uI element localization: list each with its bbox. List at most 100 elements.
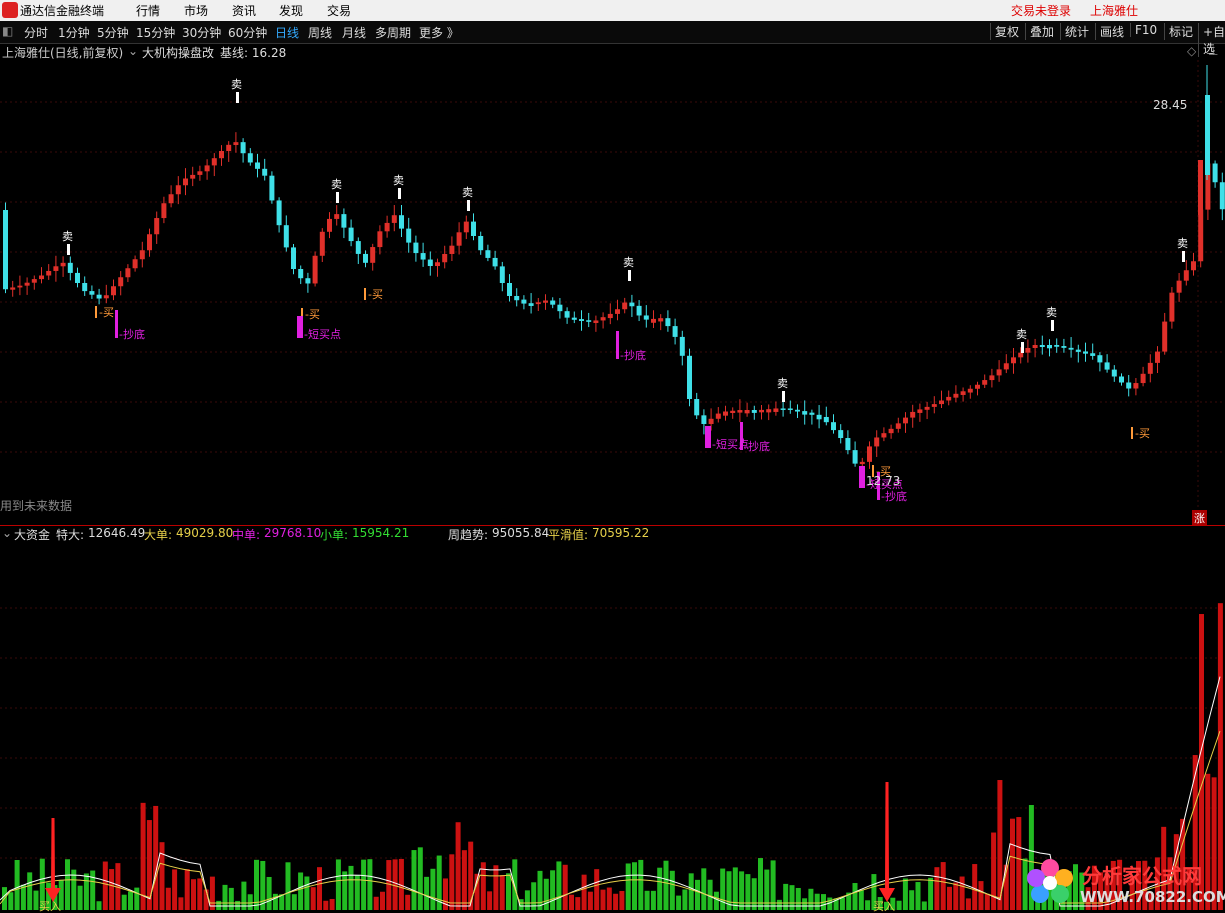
candle-body [247, 153, 253, 163]
fund-flow-bar [581, 874, 587, 910]
fund-flow-bar [984, 893, 990, 910]
ind-name[interactable]: 大资金 [14, 526, 50, 543]
fund-flow-bar [109, 869, 115, 910]
fund-flow-bar [184, 869, 190, 910]
candle-body [319, 231, 325, 256]
fund-flow-bar [921, 901, 927, 910]
candle-body [478, 236, 484, 251]
candle-body [1068, 347, 1074, 350]
candle-body [10, 287, 16, 290]
fund-flow-bar [96, 901, 102, 910]
candle-body [413, 242, 419, 254]
indicator-menu-icon-2[interactable]: ⌄ [2, 526, 12, 540]
fund-flow-bar [739, 871, 745, 910]
fund-flow-bar [178, 897, 184, 910]
fund-flow-bar [947, 886, 952, 910]
short-buy-signal-bar [705, 426, 711, 448]
sell-signal: 卖 [331, 178, 342, 191]
fund-flow-bar [802, 898, 808, 910]
sell-signal: 卖 [393, 174, 404, 187]
weekly-value: 95055.84 [492, 526, 550, 540]
candle-body [679, 336, 685, 356]
candle-body [1018, 352, 1024, 358]
candle-body [449, 245, 455, 254]
candle-body [89, 291, 95, 295]
candle-body [787, 408, 793, 410]
fund-flow-bar [688, 873, 694, 910]
fund-flow-bar [600, 889, 606, 910]
candle-body [1212, 163, 1218, 183]
candle-body [1097, 355, 1103, 363]
fund-flow-bar [991, 832, 997, 910]
fund-flow-bar [430, 868, 436, 910]
candle-body [485, 250, 491, 258]
fund-flow-bar [940, 862, 946, 910]
candle-body [118, 277, 124, 287]
fund-flow-bar [550, 870, 556, 910]
candle-body [636, 305, 642, 316]
fund-flow-bar [606, 887, 612, 910]
fund-flow-bar [556, 861, 562, 910]
fund-flow-bar [197, 878, 203, 910]
fund-flow-bar [619, 890, 625, 910]
fund-flow-bar [965, 898, 971, 910]
candle-body [255, 162, 260, 169]
candle-body [895, 423, 901, 429]
candle-body [622, 302, 628, 310]
candle-body [233, 142, 239, 146]
candle-body [219, 151, 224, 159]
candle-body [953, 393, 959, 398]
candle-body [298, 269, 304, 279]
fund-flow-bar [228, 887, 234, 910]
fund-flow-bar [953, 882, 959, 910]
candle-body [629, 302, 635, 307]
candle-body [723, 411, 728, 416]
candle-body [996, 369, 1002, 376]
sell-signal-bar [782, 391, 785, 402]
fund-flow-bar [758, 858, 763, 910]
tedai-label: 特大: [56, 528, 85, 542]
xiaodan-label: 小单: [320, 528, 349, 542]
fund-flow-bar [27, 872, 33, 910]
fund-flow-bar [587, 891, 593, 910]
fund-flow-bar [140, 802, 146, 910]
fund-flow-bar [644, 890, 650, 910]
fund-flow-bar [701, 868, 707, 910]
fund-flow-bar [632, 862, 637, 910]
buy-in-label: 买入 [39, 900, 61, 913]
fund-flow-bar [329, 898, 335, 910]
candle-body [341, 214, 347, 228]
xiaodan-value: 15954.21 [352, 526, 410, 540]
sell-signal-bar [1051, 320, 1054, 331]
buy-signal-bar [95, 306, 97, 318]
candle-body [355, 241, 361, 254]
fund-flow-bar [298, 872, 304, 910]
zhongdan-label: 中单: [232, 528, 261, 542]
fund-flow-bar [65, 859, 70, 910]
candle-body [391, 215, 397, 223]
fund-flow-bar [865, 900, 871, 910]
fund-flow-bar [902, 878, 908, 910]
fund-flow-bar [594, 869, 600, 910]
candle-body [708, 418, 714, 424]
candle-body [802, 411, 808, 415]
candle-body [1003, 363, 1009, 370]
fund-flow-bar [695, 879, 700, 910]
candle-body [1054, 345, 1060, 347]
candle-body [1183, 270, 1189, 281]
candle-body [507, 283, 512, 296]
indicator-info-bar: ⌄ 大资金 特大: 12646.49 大单: 49029.80 中单: 2976… [0, 526, 1225, 542]
zhang-badge[interactable]: 涨 [1192, 510, 1207, 526]
candle-body [823, 416, 829, 423]
candle-body [874, 437, 880, 447]
fund-flow-bar [310, 887, 316, 910]
candle-body [53, 266, 59, 271]
fund-flow-bar [720, 868, 726, 910]
candles [3, 65, 1225, 470]
sell-signal-bar [1182, 251, 1185, 262]
candle-body [852, 450, 858, 464]
candle-body [514, 296, 520, 301]
dadan-value: 49029.80 [176, 526, 234, 540]
candle-body [543, 300, 548, 303]
fund-flow-bar [247, 894, 253, 910]
